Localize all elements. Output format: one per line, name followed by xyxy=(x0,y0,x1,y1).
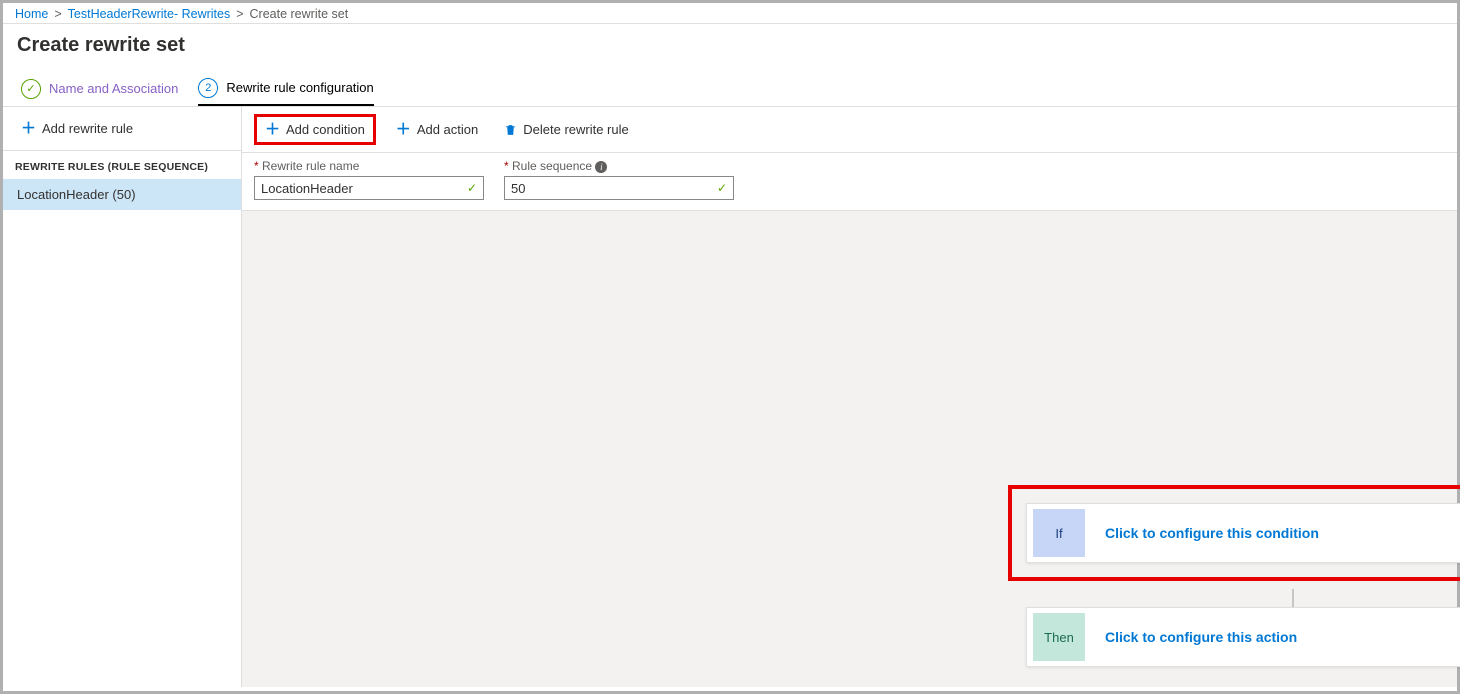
condition-card[interactable]: If Click to configure this condition xyxy=(1026,503,1460,563)
rewrite-rule-name-input[interactable]: LocationHeader ✓ xyxy=(254,176,484,200)
rule-canvas: If Click to configure this condition The… xyxy=(242,211,1457,687)
add-condition-button[interactable]: ＋ Add condition xyxy=(259,118,371,141)
chevron-right-icon: > xyxy=(54,7,61,21)
plus-icon: ＋ xyxy=(265,122,280,137)
highlight-condition-card: If Click to configure this condition xyxy=(1008,485,1460,581)
tab-name-association[interactable]: ✓ Name and Association xyxy=(21,71,178,106)
label-text: Rule sequence xyxy=(512,159,592,173)
sidebar: ＋ Add rewrite rule REWRITE RULES (RULE S… xyxy=(3,107,242,687)
configure-condition-link[interactable]: Click to configure this condition xyxy=(1091,525,1460,541)
tab-label: Rewrite rule configuration xyxy=(226,80,373,95)
field-rule-sequence: * Rule sequence i 50 ✓ xyxy=(504,159,734,200)
required-asterisk: * xyxy=(504,159,509,173)
breadcrumb: Home > TestHeaderRewrite- Rewrites > Cre… xyxy=(3,3,1457,24)
valid-check-icon: ✓ xyxy=(717,181,727,195)
field-label: * Rewrite rule name xyxy=(254,159,484,173)
field-label: * Rule sequence i xyxy=(504,159,734,173)
required-asterisk: * xyxy=(254,159,259,173)
rule-item-locationheader[interactable]: LocationHeader (50) xyxy=(3,179,241,210)
delete-rewrite-rule-button[interactable]: Delete rewrite rule xyxy=(498,114,635,145)
then-tag: Then xyxy=(1033,613,1085,661)
page-title: Create rewrite set xyxy=(3,24,1457,71)
sidebar-heading: REWRITE RULES (RULE SEQUENCE) xyxy=(3,151,241,179)
field-rewrite-rule-name: * Rewrite rule name LocationHeader ✓ xyxy=(254,159,484,200)
configure-action-link[interactable]: Click to configure this action xyxy=(1091,629,1460,645)
button-label: Add condition xyxy=(286,122,365,137)
action-card[interactable]: Then Click to configure this action xyxy=(1026,607,1460,667)
tab-rewrite-rule-config[interactable]: 2 Rewrite rule configuration xyxy=(198,71,373,106)
action-card-wrap: Then Click to configure this action xyxy=(1026,607,1460,667)
sidebar-toolbar: ＋ Add rewrite rule xyxy=(3,107,241,151)
breadcrumb-current: Create rewrite set xyxy=(250,7,349,21)
breadcrumb-home[interactable]: Home xyxy=(15,7,48,21)
plus-icon: ＋ xyxy=(21,121,36,136)
plus-icon: ＋ xyxy=(396,122,411,137)
fields-row: * Rewrite rule name LocationHeader ✓ * R… xyxy=(242,153,1457,211)
input-value: 50 xyxy=(511,181,525,196)
info-icon[interactable]: i xyxy=(595,161,607,173)
tab-label: Name and Association xyxy=(49,81,178,96)
rule-sequence-input[interactable]: 50 ✓ xyxy=(504,176,734,200)
wizard-tabs: ✓ Name and Association 2 Rewrite rule co… xyxy=(3,71,1457,107)
main-panel: ＋ Add condition ＋ Add action Delete rewr… xyxy=(242,107,1457,687)
if-tag: If xyxy=(1033,509,1085,557)
breadcrumb-parent[interactable]: TestHeaderRewrite- Rewrites xyxy=(68,7,231,21)
chevron-right-icon: > xyxy=(236,7,243,21)
trash-icon xyxy=(504,123,517,137)
step-number-icon: 2 xyxy=(198,78,218,98)
add-rewrite-rule-button[interactable]: ＋ Add rewrite rule xyxy=(15,117,139,140)
button-label: Delete rewrite rule xyxy=(523,122,629,137)
button-label: Add action xyxy=(417,122,478,137)
highlight-add-condition: ＋ Add condition xyxy=(254,114,376,145)
main-toolbar: ＋ Add condition ＋ Add action Delete rewr… xyxy=(242,107,1457,153)
label-text: Rewrite rule name xyxy=(262,159,359,173)
valid-check-icon: ✓ xyxy=(467,181,477,195)
input-value: LocationHeader xyxy=(261,181,353,196)
check-icon: ✓ xyxy=(21,79,41,99)
button-label: Add rewrite rule xyxy=(42,121,133,136)
add-action-button[interactable]: ＋ Add action xyxy=(390,114,484,145)
